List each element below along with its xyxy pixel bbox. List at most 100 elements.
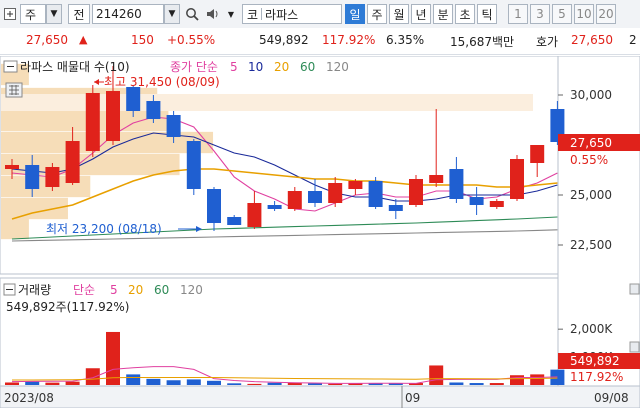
interval-button-3[interactable]: 3 <box>530 4 550 24</box>
ma-legend-period-120: 120 <box>326 60 349 74</box>
candle-body <box>267 205 282 209</box>
volume-bar <box>146 378 161 385</box>
interval-button-5[interactable]: 5 <box>552 4 572 24</box>
candle-body <box>530 145 545 163</box>
market-selector-label: 주 <box>25 7 37 22</box>
stock-code-value: 214260 <box>96 7 142 21</box>
ma-legend-period-5: 5 <box>230 60 238 74</box>
period-tab-6[interactable]: 틱 <box>477 4 497 24</box>
candle-body <box>348 181 363 189</box>
interval-button-1[interactable]: 1 <box>508 4 528 24</box>
candle-body <box>489 201 504 207</box>
volume-ma-legend-period-5: 5 <box>110 283 118 297</box>
price-tick-label: 22,500 <box>570 238 612 252</box>
period-tab-3[interactable]: 년 <box>411 4 431 24</box>
quote-trailing-value: 2 <box>629 33 637 47</box>
volume-bar <box>267 382 282 385</box>
volume-ma-legend-period-120: 120 <box>180 283 203 297</box>
candle-body <box>429 175 444 183</box>
y-axis-panel <box>557 56 640 387</box>
candle-body <box>186 141 201 189</box>
period-tab-0[interactable]: 일 <box>345 4 365 24</box>
x-label-start: 2023/08 <box>4 391 54 405</box>
period-tab-5[interactable]: 초 <box>455 4 475 24</box>
ma-legend-period-10: 10 <box>248 60 263 74</box>
volume-bar <box>65 381 80 385</box>
trade-amount: 15,687백만 <box>450 35 515 49</box>
candle-body <box>449 169 464 199</box>
volume-ma-legend-period-60: 60 <box>154 283 169 297</box>
volume-profile-band <box>1 94 533 111</box>
volume-bar <box>247 383 262 385</box>
name-search-button[interactable]: 전 <box>68 4 90 24</box>
price-legend-title: 라파스 매물대 수(10) <box>20 60 130 74</box>
interval-button-10[interactable]: 10 <box>574 4 594 24</box>
high-annotation: 최고 31,450 (08/09) <box>104 75 220 89</box>
ask-price: 27,650 <box>571 33 613 47</box>
volume-legend-title: 거래량 <box>18 283 51 297</box>
volume-tick-label: 2,000K <box>570 322 613 336</box>
volume-readout: 549,892주(117.92%) <box>6 300 129 314</box>
candle-body <box>469 197 484 205</box>
current-pct-tag: 0.55% <box>570 153 608 167</box>
candle-body <box>146 101 161 119</box>
chevron-down-icon: ▼ <box>168 9 176 19</box>
current-volume-tag-label: 549,892 <box>570 354 620 368</box>
ask-label: 호가 <box>536 35 559 49</box>
chevron-down-icon: ▼ <box>227 9 235 19</box>
scroll-down-button[interactable] <box>629 341 640 353</box>
volume-bar <box>45 382 60 385</box>
scroll-up-button[interactable] <box>629 283 640 295</box>
candle-body <box>25 165 40 189</box>
market-dropdown-button[interactable]: ▼ <box>46 4 62 24</box>
sound-dropdown-button[interactable]: ▼ <box>224 4 238 24</box>
up-arrow-icon: ▲ <box>79 33 88 46</box>
volume-bar <box>489 383 504 385</box>
stock-chart[interactable]: 라파스 매물대 수(10) 종가 단순 5 10 20 60 120 최고 31,450… <box>0 56 640 408</box>
period-tab-2[interactable]: 월 <box>389 4 409 24</box>
volume-value: 549,892 <box>259 33 309 47</box>
turnover-rate: 6.35% <box>386 33 425 47</box>
price-change-pct: +0.55% <box>167 33 216 47</box>
current-volume-pct-tag: 117.92% <box>570 370 623 384</box>
volume-bar <box>469 383 484 385</box>
x-axis-panel <box>0 385 640 408</box>
period-tab-1[interactable]: 주 <box>367 4 387 24</box>
candle-body <box>5 165 19 169</box>
candle-body <box>106 91 120 141</box>
volume-bar <box>530 374 545 385</box>
sound-button[interactable] <box>204 4 224 24</box>
volume-bar <box>449 382 464 385</box>
volume-bar <box>126 374 141 385</box>
volume-ma-legend-period-20: 20 <box>128 283 143 297</box>
panel-toggle-icon[interactable] <box>2 4 18 24</box>
candle-body <box>328 183 343 203</box>
volume-bar <box>510 375 524 385</box>
search-icon <box>186 8 199 21</box>
candle-body <box>409 179 423 205</box>
search-button[interactable] <box>182 4 202 24</box>
volume-ma-legend-label: 단순 <box>73 283 95 297</box>
candle-body <box>388 205 403 211</box>
volume-bar <box>25 381 40 385</box>
stock-code-input[interactable]: 214260 <box>92 4 164 24</box>
candle-body <box>126 87 141 111</box>
candle-body <box>308 191 322 203</box>
interval-button-20[interactable]: 20 <box>596 4 616 24</box>
volume-bar <box>227 383 242 385</box>
volume-bar <box>207 380 221 385</box>
candle-body <box>247 203 262 227</box>
candle-body <box>510 159 524 199</box>
current-price-tag-label: 27,650 <box>570 136 612 150</box>
market-selector[interactable]: 주 <box>20 4 46 24</box>
volume-bar <box>328 383 343 385</box>
period-tab-4[interactable]: 분 <box>433 4 453 24</box>
candle-body <box>227 217 242 225</box>
price-tick-label: 25,000 <box>570 188 612 202</box>
code-dropdown-button[interactable]: ▼ <box>164 4 180 24</box>
company-name: 라파스 <box>265 7 299 22</box>
company-name-field[interactable]: 코 라파스 <box>242 4 342 24</box>
ma-legend-period-60: 60 <box>300 60 315 74</box>
ma-legend-label: 종가 단순 <box>170 60 218 74</box>
candle-body <box>287 191 302 209</box>
